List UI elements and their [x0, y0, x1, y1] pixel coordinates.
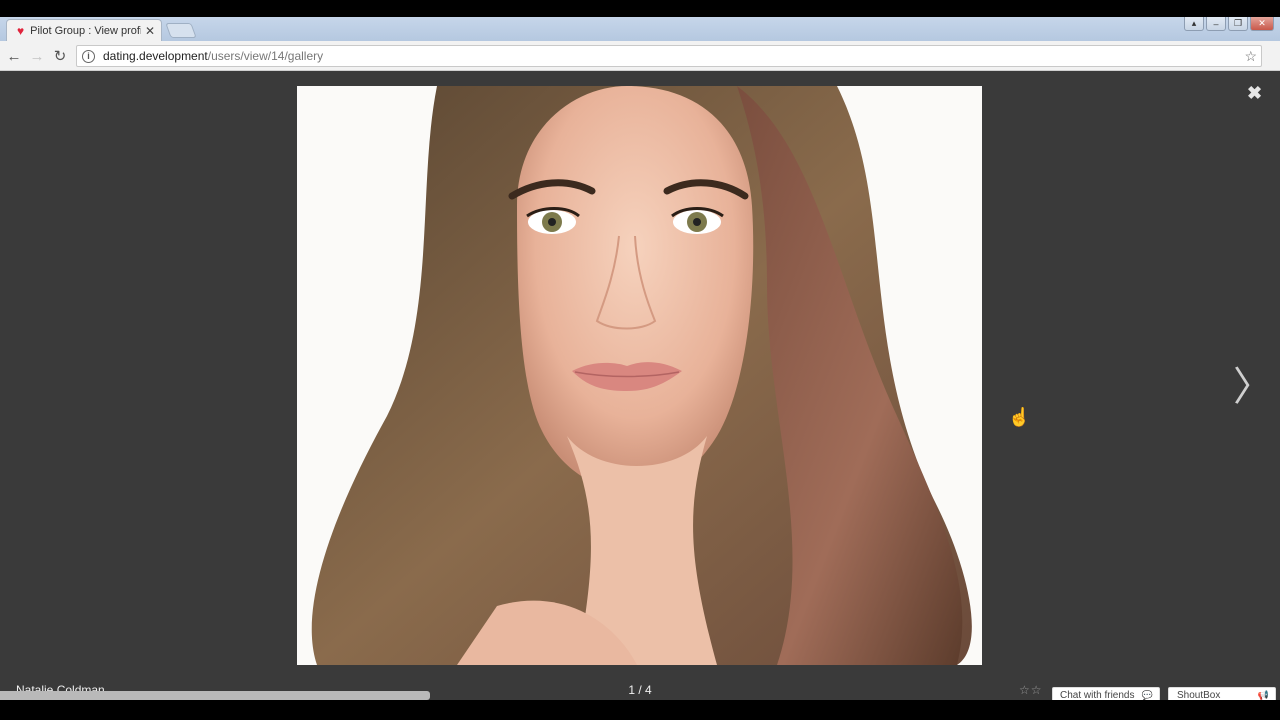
- window-controls: ▴ ‒ ❐ ✕: [1184, 17, 1274, 31]
- back-arrow-icon[interactable]: ←: [4, 46, 24, 66]
- address-bar[interactable]: i dating.development /users/view/14/gall…: [76, 45, 1262, 67]
- url-path: /users/view/14/gallery: [207, 49, 324, 63]
- new-tab-button[interactable]: [165, 23, 197, 38]
- info-icon[interactable]: i: [82, 49, 95, 63]
- hand-cursor-icon: ☝: [1008, 407, 1031, 427]
- close-icon[interactable]: ✕: [145, 24, 155, 38]
- browser-tabstrip: ♥ Pilot Group : View profile ✕ ▴ ‒ ❐ ✕: [0, 17, 1280, 41]
- url-host: dating.development: [103, 49, 208, 63]
- heart-icon: ♥: [17, 23, 25, 38]
- gallery-photo[interactable]: [297, 86, 982, 665]
- restore-button[interactable]: ❐: [1228, 17, 1248, 31]
- next-photo-arrow-icon[interactable]: 〉: [1233, 367, 1273, 407]
- forward-arrow-icon[interactable]: →: [27, 46, 47, 66]
- rating-stars[interactable]: ☆☆: [1019, 683, 1043, 697]
- gallery-lightbox: ✖ 〉 ☝: [0, 71, 1280, 700]
- horizontal-scrollbar[interactable]: [0, 691, 430, 700]
- photo-counter: 1 / 4: [628, 683, 652, 697]
- browser-tab-active[interactable]: ♥ Pilot Group : View profile ✕: [6, 19, 162, 41]
- user-profile-button[interactable]: ▴: [1184, 17, 1204, 31]
- browser-toolbar: ← → ↻ i dating.development /users/view/1…: [0, 41, 1280, 71]
- window-close-button[interactable]: ✕: [1250, 17, 1274, 31]
- portrait-image: [297, 86, 982, 665]
- screen-top-border: [0, 0, 1280, 17]
- tab-title: Pilot Group : View profile: [30, 24, 141, 37]
- menu-dots-icon[interactable]: ⋮: [1274, 43, 1280, 57]
- bookmark-star-icon[interactable]: ☆: [1244, 48, 1257, 65]
- close-viewer-icon[interactable]: ✖: [1247, 83, 1262, 104]
- reload-icon[interactable]: ↻: [50, 46, 70, 66]
- minimize-button[interactable]: ‒: [1206, 17, 1226, 31]
- screen-bottom-border: [0, 700, 1280, 720]
